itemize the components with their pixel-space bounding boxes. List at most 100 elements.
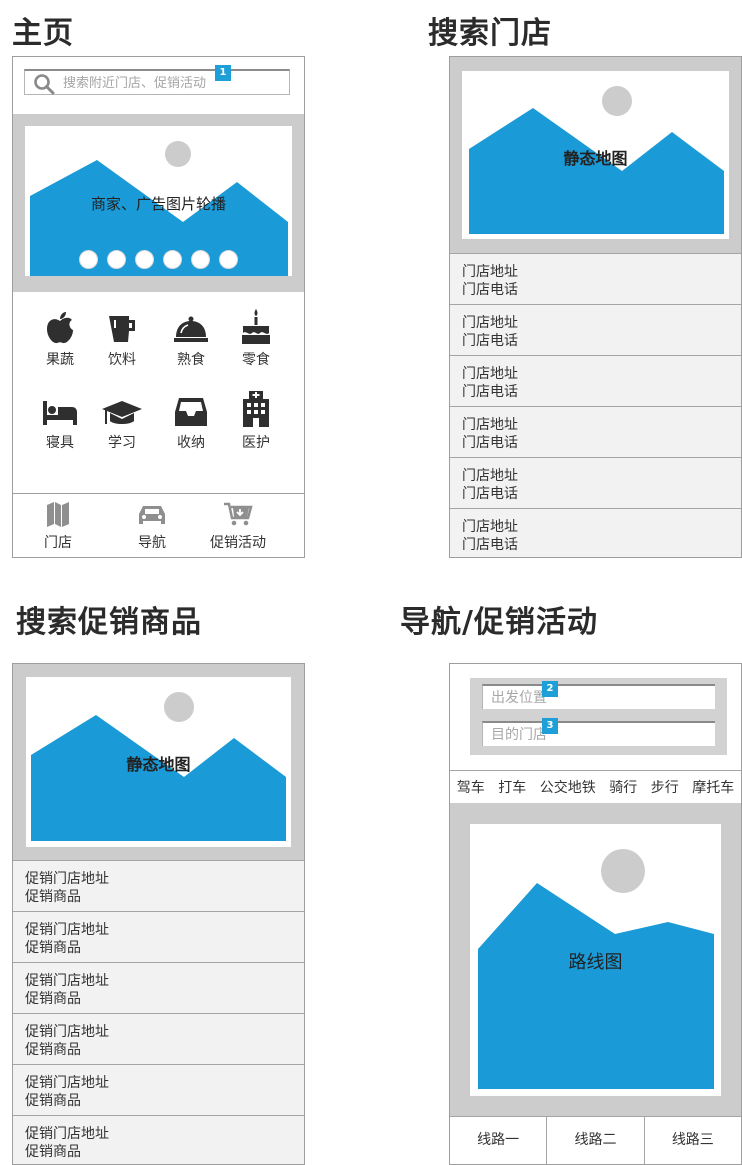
hospital-icon: [221, 391, 291, 428]
search-input[interactable]: [63, 73, 283, 93]
carousel-dot[interactable]: [135, 250, 154, 269]
category-label: 零食: [242, 352, 270, 368]
search-store-screen: 静态地图 门店地址 门店电话 门店地址 门店电话 门店地址 门店电话 门店地址 门店电话 门店地…: [449, 56, 742, 558]
carousel-dot[interactable]: [163, 250, 182, 269]
travel-mode-tab[interactable]: 骑行: [609, 777, 637, 797]
list-item-line2: 促销商品: [25, 991, 81, 1007]
list-item[interactable]: 促销门店地址 促销商品: [13, 1115, 304, 1164]
list-item[interactable]: 门店地址 门店电话: [450, 508, 741, 557]
route-options: 线路一 线路二 线路三: [450, 1116, 741, 1164]
route-map-label: 路线图: [568, 952, 623, 973]
tab-promotions[interactable]: 促销活动: [193, 502, 283, 552]
carousel-dot[interactable]: [79, 250, 98, 269]
cake-icon: [221, 309, 291, 345]
list-item[interactable]: 促销门店地址 促销商品: [13, 962, 304, 1013]
list-item-line1: 门店地址: [462, 417, 518, 433]
cloche-icon: [156, 309, 226, 345]
list-item[interactable]: 门店地址 门店电话: [450, 457, 741, 508]
tab-store[interactable]: 门店: [13, 502, 103, 552]
list-item-line2: 促销商品: [25, 940, 81, 956]
car-icon: [139, 506, 165, 524]
list-item-line1: 门店地址: [462, 366, 518, 382]
carousel-dot[interactable]: [191, 250, 210, 269]
from-field[interactable]: [482, 684, 715, 709]
list-item-line1: 门店地址: [462, 468, 518, 484]
home-title: 主页: [12, 16, 74, 51]
to-field[interactable]: [482, 721, 715, 746]
category-cloche[interactable]: 熟食: [156, 309, 226, 369]
apple-icon: [25, 309, 95, 345]
list-item-line1: 促销门店地址: [25, 922, 109, 938]
list-item-line1: 门店地址: [462, 519, 518, 535]
travel-mode-tab[interactable]: 公交地铁: [540, 777, 596, 797]
list-item-line1: 促销门店地址: [25, 871, 109, 887]
list-item-line1: 促销门店地址: [25, 1075, 109, 1091]
from-input[interactable]: [491, 688, 706, 708]
list-item-line2: 门店电话: [462, 333, 518, 349]
travel-mode-tab[interactable]: 摩托车: [692, 777, 734, 797]
route-map[interactable]: 路线图: [450, 803, 741, 1117]
search-promo-screen: 静态地图 促销门店地址 促销商品 促销门店地址 促销商品 促销门店地址 促销商品 促销门店地…: [12, 663, 305, 1165]
travel-mode-tabs: 驾车 打车 公交地铁 骑行 步行 摩托车: [450, 770, 741, 803]
category-cup[interactable]: 饮料: [87, 309, 157, 369]
cup-icon: [87, 309, 157, 345]
bottom-tab-bar: 门店 导航 促销活动: [13, 493, 304, 557]
tab-store-label: 门店: [44, 535, 72, 551]
list-item-line1: 促销门店地址: [25, 1126, 109, 1142]
bed-icon: [25, 392, 95, 428]
travel-mode-tab[interactable]: 步行: [651, 777, 679, 797]
search-bar[interactable]: [24, 69, 290, 95]
list-item-line2: 促销商品: [25, 1042, 81, 1058]
list-item[interactable]: 门店地址 门店电话: [450, 355, 741, 406]
search-promo-title: 搜索促销商品: [16, 605, 202, 640]
list-item-line2: 促销商品: [25, 889, 81, 905]
category-apple[interactable]: 果蔬: [25, 309, 95, 369]
static-map-label: 静态地图: [563, 149, 628, 168]
promo-static-map[interactable]: 静态地图: [13, 664, 304, 860]
tab-navigation[interactable]: 导航: [107, 502, 197, 552]
list-item[interactable]: 促销门店地址 促销商品: [13, 1064, 304, 1115]
list-item-line2: 促销商品: [25, 1093, 81, 1109]
route-input-panel: 2 3: [470, 678, 727, 755]
list-item-line1: 门店地址: [462, 264, 518, 280]
route-option[interactable]: 线路二: [546, 1117, 643, 1164]
promo-list: 促销门店地址 促销商品 促销门店地址 促销商品 促销门店地址 促销商品 促销门店地址 促销商品…: [13, 860, 304, 1164]
category-graduation-cap[interactable]: 学习: [87, 392, 157, 452]
tab-navigation-label: 导航: [138, 535, 166, 551]
route-option[interactable]: 线路一: [450, 1117, 546, 1164]
carousel-dots: [25, 250, 292, 269]
list-item[interactable]: 促销门店地址 促销商品: [13, 1013, 304, 1064]
annotation-marker-3: 3: [542, 718, 558, 734]
category-label: 学习: [108, 435, 136, 451]
annotation-marker-1: 1: [215, 65, 231, 81]
store-static-map[interactable]: 静态地图: [450, 57, 741, 253]
search-icon: [34, 74, 55, 95]
travel-mode-tab[interactable]: 打车: [498, 777, 526, 797]
navigation-screen: 2 3 驾车打车公交地铁骑行步行摩托车 路线图 线路一线路二线路三: [449, 663, 742, 1165]
category-label: 收纳: [177, 435, 205, 451]
inbox-icon: [156, 392, 226, 428]
route-option[interactable]: 线路三: [643, 1117, 741, 1164]
category-inbox[interactable]: 收纳: [156, 392, 226, 452]
category-hospital[interactable]: 医护: [221, 391, 291, 452]
list-item-line2: 促销商品: [25, 1144, 81, 1160]
category-label: 寝具: [46, 435, 74, 451]
list-item-line1: 促销门店地址: [25, 973, 109, 989]
list-item[interactable]: 门店地址 门店电话: [450, 406, 741, 457]
list-item[interactable]: 门店地址 门店电话: [450, 253, 741, 304]
banner-label: 商家、广告图片轮播: [90, 195, 226, 213]
list-item[interactable]: 门店地址 门店电话: [450, 304, 741, 355]
list-item[interactable]: 促销门店地址 促销商品: [13, 860, 304, 911]
category-bed[interactable]: 寝具: [25, 392, 95, 452]
carousel-dot[interactable]: [107, 250, 126, 269]
list-item[interactable]: 促销门店地址 促销商品: [13, 911, 304, 962]
to-input[interactable]: [491, 725, 706, 745]
travel-mode-tab[interactable]: 驾车: [457, 777, 485, 797]
banner-carousel[interactable]: 商家、广告图片轮播: [13, 114, 304, 292]
category-label: 饮料: [108, 352, 136, 368]
annotation-marker-2: 2: [542, 681, 558, 697]
category-cake[interactable]: 零食: [221, 309, 291, 369]
carousel-dot[interactable]: [219, 250, 238, 269]
search-store-title: 搜索门店: [428, 16, 552, 51]
home-screen: 1 商家、广告图片轮播 果蔬 饮料 熟食 零食寝具 学习 收纳 医护 门店: [12, 56, 305, 558]
